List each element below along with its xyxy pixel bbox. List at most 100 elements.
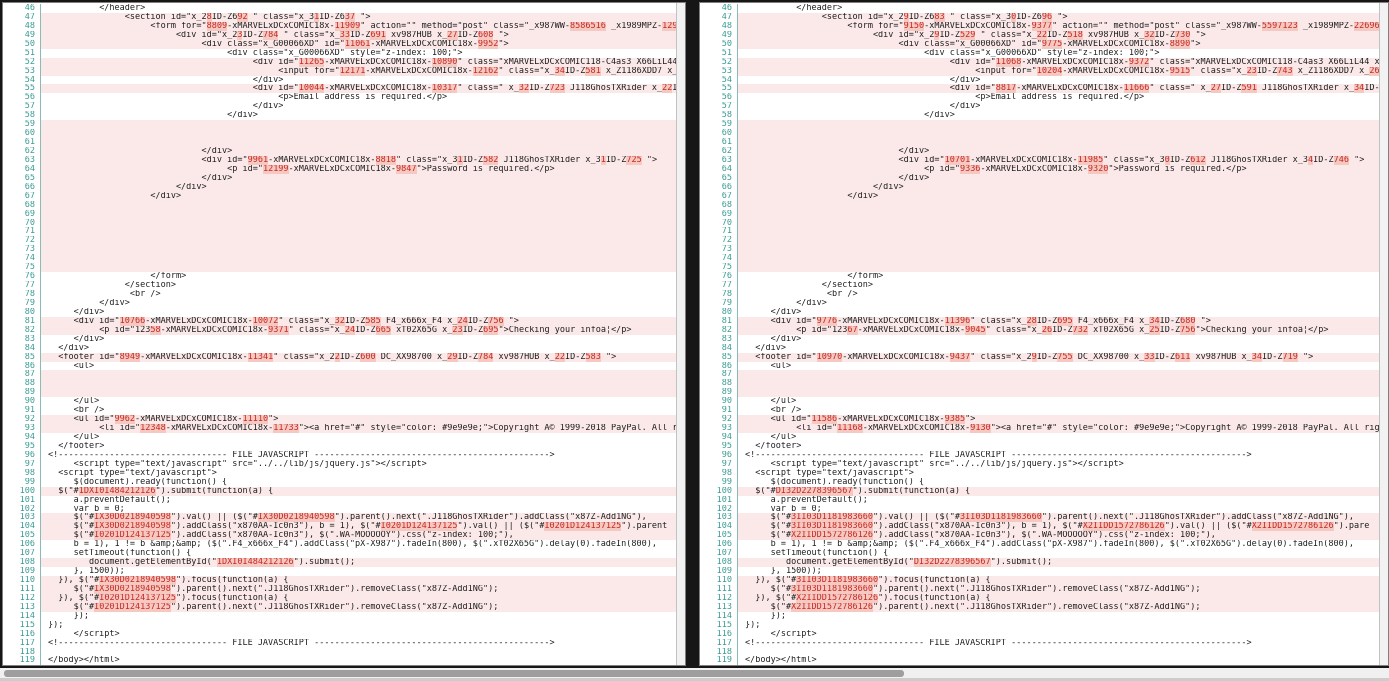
- line-code: </section>: [41, 281, 685, 290]
- line-number: 80: [3, 308, 41, 317]
- line-number: 112: [700, 594, 738, 603]
- changed-token: 529: [960, 31, 975, 40]
- changed-token: 11586: [812, 415, 838, 424]
- line-number: 119: [700, 656, 738, 665]
- changed-token: X2IIDD1572786126: [1252, 522, 1334, 531]
- changed-token: 719: [1283, 353, 1298, 362]
- code-line: 82 <p id="12367-xMARVELxDCxCOMIC18x-9045…: [700, 326, 1388, 335]
- line-number: 55: [700, 84, 738, 93]
- line-number: 49: [700, 31, 738, 40]
- line-code: <p>Email address is required.</p>: [41, 93, 685, 102]
- line-number: 114: [700, 612, 738, 621]
- vertical-scrollbar-left[interactable]: [676, 3, 685, 665]
- line-code: [738, 227, 1388, 236]
- changed-token: 27: [447, 31, 457, 40]
- line-code: </div>: [738, 147, 1388, 156]
- changed-token: 11341: [248, 353, 274, 362]
- changed-token: 518: [1067, 31, 1082, 40]
- changed-token: 26: [1042, 326, 1052, 335]
- changed-token: 12348: [140, 424, 166, 433]
- changed-token: 11666: [1124, 84, 1150, 93]
- changed-token: 695: [483, 326, 498, 335]
- code-line: 98 <script type="text/javascript">: [700, 469, 1388, 478]
- changed-token: 743: [1277, 67, 1292, 76]
- code-line: 107 setTimeout(function() {: [3, 549, 685, 558]
- changed-token: 34: [1354, 84, 1364, 93]
- line-code: b = 1), 1 != b &amp;&amp; ($(".F4_x666x_…: [738, 540, 1388, 549]
- line-code: [738, 129, 1388, 138]
- line-code: <script type="text/javascript">: [41, 469, 685, 478]
- line-code: </section>: [738, 281, 1388, 290]
- line-number: 71: [3, 227, 41, 236]
- line-number: 73: [3, 245, 41, 254]
- line-number: 60: [3, 129, 41, 138]
- changed-token: I0201D124137125: [544, 522, 621, 531]
- changed-token: 9130: [970, 424, 990, 433]
- line-code: document.getElementById("DI32D2278396567…: [738, 558, 1388, 567]
- code-line: 114 });: [700, 612, 1388, 621]
- changed-token: 9320: [1088, 165, 1108, 174]
- line-code: </script>: [41, 630, 685, 639]
- line-code: </div>: [738, 174, 1388, 183]
- line-code: [41, 236, 685, 245]
- line-number: 83: [3, 335, 41, 344]
- line-number: 75: [700, 263, 738, 272]
- line-code: $("#I0201D124137125").addClass("x870AA-I…: [41, 531, 685, 540]
- code-line: 65 </div>: [700, 174, 1388, 183]
- line-code: <section id="x_28ID-Z692 " class="x_31ID…: [41, 13, 685, 22]
- code-line: 98 <script type="text/javascript">: [3, 469, 685, 478]
- line-number: 112: [3, 594, 41, 603]
- code-line: 94 </ul>: [700, 433, 1388, 442]
- diff-panel-right[interactable]: 46 </header>47 <section id="x_29ID-Z683 …: [699, 2, 1389, 666]
- changed-token: 29: [447, 353, 457, 362]
- changed-token: 8586516: [570, 22, 606, 31]
- line-number: 56: [700, 93, 738, 102]
- line-code: [41, 227, 685, 236]
- line-number: 101: [700, 496, 738, 505]
- line-number: 52: [3, 58, 41, 67]
- code-line: 63 <div id="9961-xMARVELxDCxCOMIC18x-881…: [3, 156, 685, 165]
- line-code: </div>: [738, 111, 1388, 120]
- vertical-scrollbar-right[interactable]: [1379, 3, 1388, 665]
- code-line: 76 </form>: [700, 272, 1388, 281]
- changed-token: 9385: [945, 415, 965, 424]
- line-code: [41, 201, 685, 210]
- changed-token: 9045: [965, 326, 985, 335]
- changed-token: 695: [1057, 317, 1072, 326]
- line-number: 70: [3, 219, 41, 228]
- line-number: 93: [3, 424, 41, 433]
- line-code: [738, 120, 1388, 129]
- line-code: <div id="9776-xMARVELxDCxCOMIC18x-11396"…: [738, 317, 1388, 326]
- line-number: 86: [700, 362, 738, 371]
- changed-token: X2IIDD1572786126: [1083, 522, 1165, 531]
- code-line: 51 <div class="x_G00066XD" style="z-inde…: [3, 49, 685, 58]
- code-line: 109 }, 1500));: [3, 567, 685, 576]
- code-line: 76 </form>: [3, 272, 685, 281]
- line-code: [738, 388, 1388, 397]
- line-code: [41, 254, 685, 263]
- line-number: 106: [700, 540, 738, 549]
- line-number: 93: [700, 424, 738, 433]
- changed-token: 11168: [837, 424, 863, 433]
- code-line: 115});: [3, 621, 685, 630]
- changed-token: 9372: [1129, 58, 1149, 67]
- line-code: </script>: [738, 630, 1388, 639]
- line-number: 96: [3, 451, 41, 460]
- changed-token: 732: [1073, 326, 1088, 335]
- code-line: 70: [700, 219, 1388, 228]
- code-line: 58 </div>: [3, 111, 685, 120]
- line-number: 90: [3, 397, 41, 406]
- diff-panel-left[interactable]: 46 </header>47 <section id="x_28ID-Z692 …: [2, 2, 686, 666]
- line-number: 85: [3, 353, 41, 362]
- horizontal-scrollbar-thumb[interactable]: [4, 670, 904, 677]
- changed-token: 10890: [432, 58, 458, 67]
- line-code: $("#X2IIDD1572786126").parent().next(".J…: [738, 603, 1388, 612]
- line-number: 109: [3, 567, 41, 576]
- code-line: 81 <div id="10766-xMARVELxDCxCOMIC18x-10…: [3, 317, 685, 326]
- changed-token: 3II03D1181983660: [791, 522, 873, 531]
- code-line: 102 var b = 0;: [700, 505, 1388, 514]
- changed-token: 58: [150, 326, 160, 335]
- code-line: 79 </div>: [700, 299, 1388, 308]
- line-number: 61: [700, 138, 738, 147]
- code-line: 91 <br />: [3, 406, 685, 415]
